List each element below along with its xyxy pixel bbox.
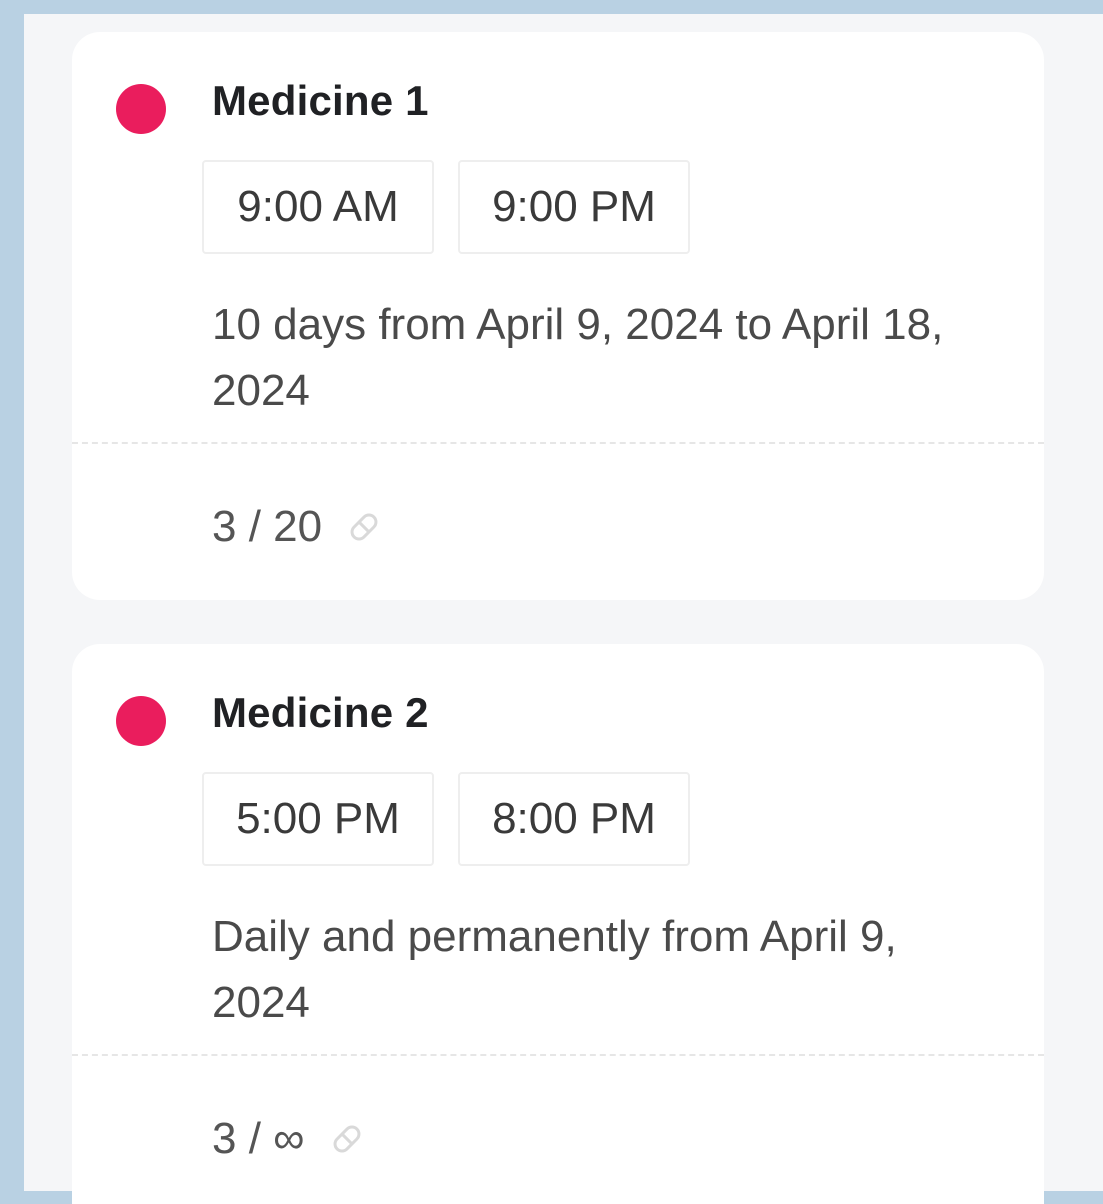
pill-icon [333, 1125, 360, 1153]
time-chips: 9:00 AM 9:00 PM [202, 160, 690, 254]
dose-count: 3 / ∞ [212, 1114, 305, 1163]
medicine-name: Medicine 1 [212, 77, 429, 124]
time-chip[interactable]: 5:00 PM [202, 772, 434, 866]
time-chip[interactable]: 8:00 PM [458, 772, 690, 866]
color-dot [116, 84, 166, 134]
medicine-list: Medicine 1 9:00 AM 9:00 PM 10 days from … [24, 14, 1103, 1204]
divider [72, 442, 1044, 444]
schedule-text: Daily and permanently from April 9, 2024 [212, 912, 897, 1027]
dose-count: 3 / 20 [212, 502, 323, 551]
color-dot [116, 696, 166, 746]
schedule-text: 10 days from April 9, 2024 to April 18, … [212, 300, 944, 415]
time-chip[interactable]: 9:00 AM [202, 160, 434, 254]
medicine-name: Medicine 2 [212, 689, 429, 736]
medicine-card[interactable]: Medicine 1 9:00 AM 9:00 PM 10 days from … [72, 32, 1044, 600]
time-chip[interactable]: 9:00 PM [458, 160, 690, 254]
dose-count-row: 3 / ∞ [212, 1114, 367, 1164]
pill-icon [350, 513, 378, 541]
medicine-card[interactable]: Medicine 2 5:00 PM 8:00 PM Daily and per… [72, 644, 1044, 1204]
time-chips: 5:00 PM 8:00 PM [202, 772, 690, 866]
divider [72, 1054, 1044, 1056]
dose-count-row: 3 / 20 [212, 502, 384, 552]
